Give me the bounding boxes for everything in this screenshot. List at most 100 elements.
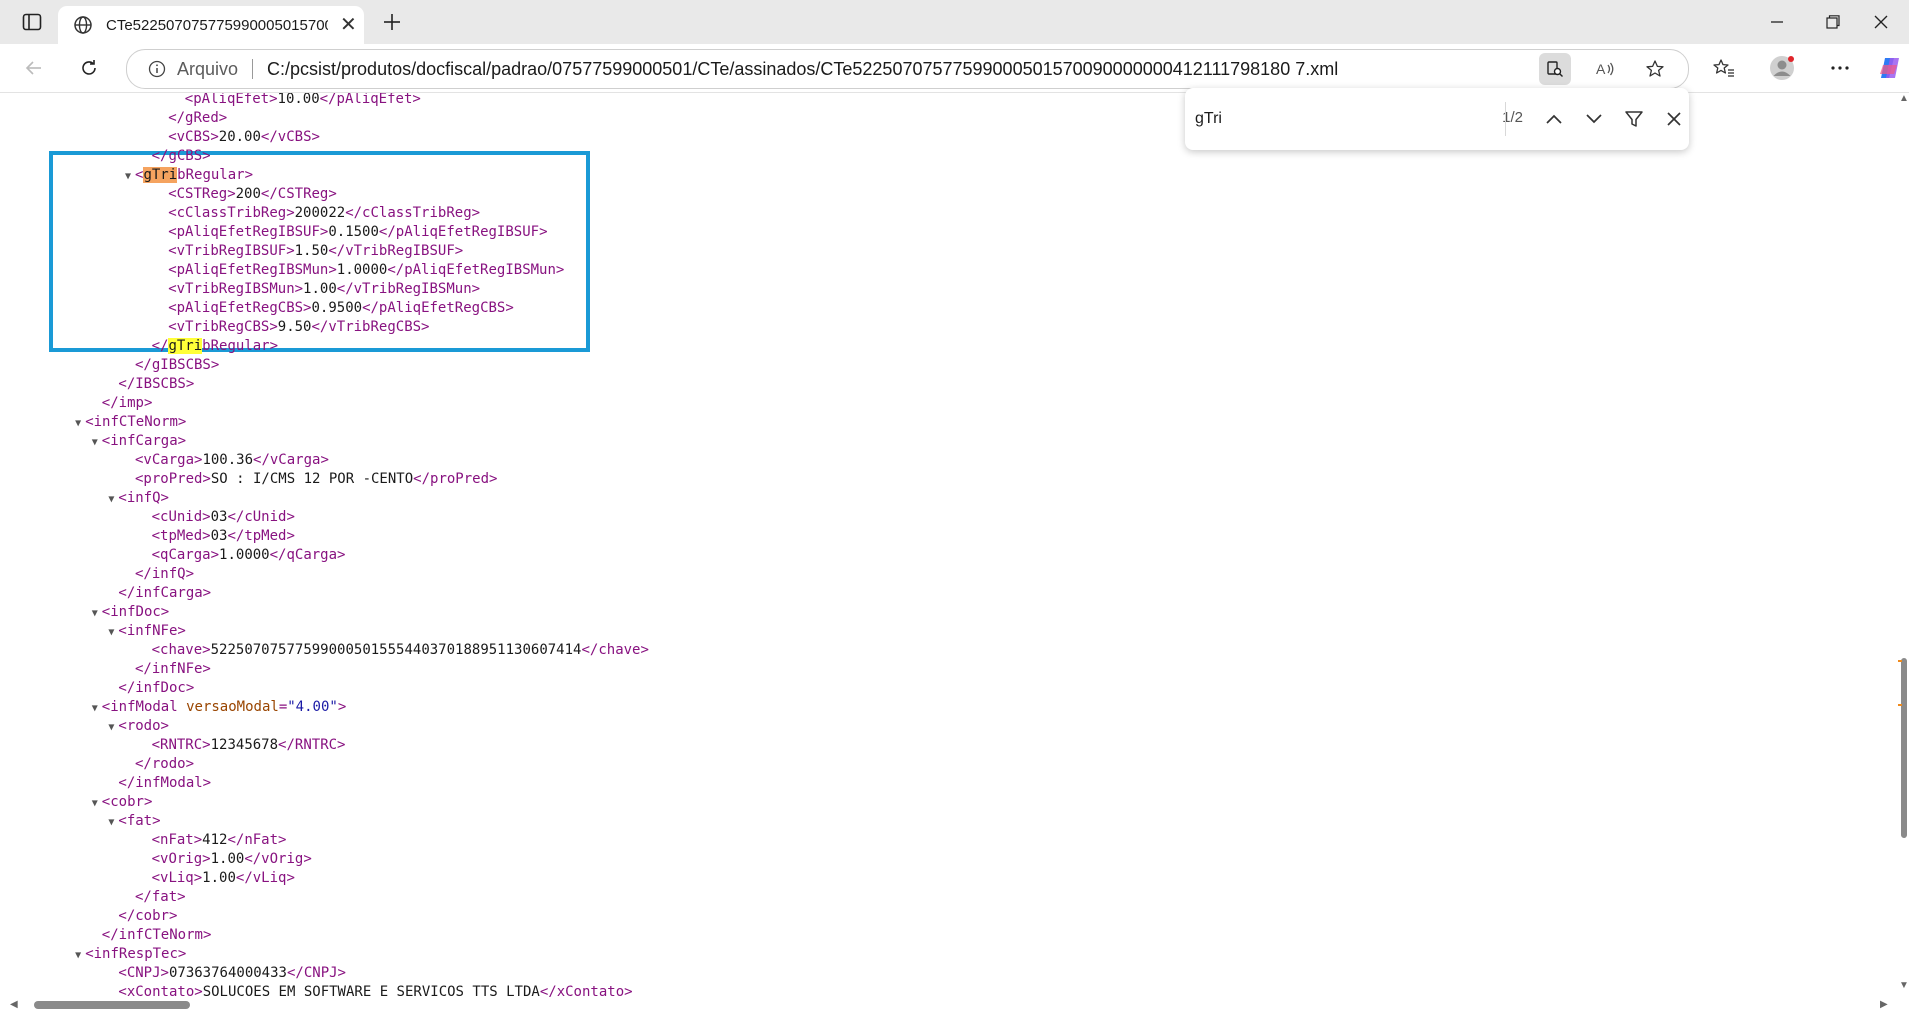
- collapse-toggle-icon[interactable]: ▼: [71, 414, 85, 433]
- xml-line-text: </infCarga>: [118, 585, 212, 601]
- find-match-count: 1/2: [1502, 109, 1523, 126]
- close-find-icon[interactable]: [1656, 101, 1692, 137]
- vertical-scrollbar[interactable]: ▲ ▼: [1898, 93, 1909, 997]
- collapse-toggle-icon[interactable]: ▼: [104, 623, 118, 642]
- collapse-toggle-icon[interactable]: ▼: [88, 433, 102, 452]
- svg-text:A: A: [1596, 61, 1606, 77]
- xml-line: ▼ <rodo>: [104, 717, 169, 736]
- xml-line: ▼ <infModal versaoModal="4.00">: [88, 698, 346, 717]
- xml-line: <xContato>SOLUCOES EM SOFTWARE E SERVICO…: [104, 983, 632, 997]
- find-input[interactable]: [1193, 100, 1497, 138]
- horizontal-scrollbar[interactable]: ◀ ▶: [0, 997, 1898, 1012]
- xml-line: </infCarga>: [104, 584, 211, 603]
- xml-line: <RNTRC>12345678</RNTRC>: [138, 736, 346, 755]
- xml-line: <qCarga>1.0000</qCarga>: [138, 546, 346, 565]
- horizontal-scroll-thumb[interactable]: [34, 1001, 190, 1009]
- xml-line: <pAliqEfet>10.00</pAliqEfet>: [171, 93, 421, 109]
- xml-line-text: <pAliqEfet>10.00</pAliqEfet>: [184, 93, 421, 107]
- collapse-toggle-icon[interactable]: ▼: [88, 794, 102, 813]
- xml-line: <tpMed>03</tpMed>: [138, 527, 295, 546]
- xml-line-text: </infDoc>: [118, 680, 195, 696]
- active-tab[interactable]: CTe5225070757759900050157009000000041211…: [58, 6, 364, 44]
- find-separator: [1505, 102, 1506, 136]
- xml-line: <cUnid>03</cUnid>: [138, 508, 295, 527]
- xml-line: ▼ <infCarga>: [88, 432, 186, 451]
- xml-line-text: </infQ>: [135, 566, 195, 582]
- scroll-up-arrow-icon[interactable]: ▲: [1899, 93, 1909, 104]
- collapse-toggle-icon[interactable]: ▼: [121, 167, 135, 186]
- minimize-icon[interactable]: [1749, 0, 1805, 44]
- profile-avatar-icon[interactable]: [1764, 50, 1800, 86]
- xml-line-text: </rodo>: [135, 756, 195, 772]
- address-url[interactable]: C:/pcsist/produtos/docfiscal/padrao/0757…: [267, 59, 1338, 80]
- xml-line-text: <pAliqEfetRegIBSUF>0.1500</pAliqEfetRegI…: [168, 224, 548, 240]
- xml-line: </infNFe>: [121, 660, 211, 679]
- address-bar[interactable]: Arquivo C:/pcsist/produtos/docfiscal/pad…: [126, 49, 1689, 89]
- xml-line-text: <infDoc>: [101, 604, 170, 620]
- filter-icon[interactable]: [1616, 101, 1652, 137]
- more-options-icon[interactable]: [1822, 50, 1858, 86]
- xml-line: </IBSCBS>: [104, 375, 194, 394]
- chevron-down-icon[interactable]: [1576, 101, 1612, 137]
- xml-line-text: <chave>522507075775990005015554403701889…: [151, 642, 649, 658]
- xml-line-text: </IBSCBS>: [118, 376, 195, 392]
- tab-title: CTe5225070757759900050157009000000041211…: [106, 16, 328, 34]
- xml-line: </gCBS>: [138, 147, 211, 166]
- collapse-toggle-icon[interactable]: ▼: [104, 813, 118, 832]
- back-icon[interactable]: [16, 50, 52, 86]
- xml-line: </fat>: [121, 888, 186, 907]
- immersive-reader-icon[interactable]: [1539, 53, 1571, 85]
- address-separator: [252, 59, 254, 79]
- refresh-icon[interactable]: [71, 50, 107, 86]
- xml-line-text: <infModal versaoModal="4.00">: [101, 699, 347, 715]
- favorite-star-icon[interactable]: [1639, 53, 1671, 85]
- read-aloud-icon[interactable]: A: [1589, 53, 1621, 85]
- info-icon[interactable]: [147, 59, 167, 79]
- xml-line: ▼ <gTribRegular>: [121, 166, 253, 185]
- xml-line: </infModal>: [104, 774, 211, 793]
- xml-line-text: <CNPJ>07363764000433</CNPJ>: [118, 965, 346, 981]
- xml-line: <pAliqEfetRegIBSMun>1.0000</pAliqEfetReg…: [154, 261, 564, 280]
- favorites-icon[interactable]: [1706, 50, 1742, 86]
- xml-line: <vCarga>100.36</vCarga>: [121, 451, 329, 470]
- xml-line: <proPred>SO : I/CMS 12 POR -CENTO</proPr…: [121, 470, 497, 489]
- xml-line: <vCBS>20.00</vCBS>: [154, 128, 320, 147]
- xml-line: <chave>522507075775990005015554403701889…: [138, 641, 649, 660]
- vertical-scroll-thumb[interactable]: [1901, 658, 1907, 838]
- copilot-icon[interactable]: [1872, 50, 1908, 86]
- find-match-marker: [1898, 704, 1902, 706]
- xml-line: <vLiq>1.00</vLiq>: [138, 869, 295, 888]
- collapse-toggle-icon[interactable]: ▼: [104, 718, 118, 737]
- xml-line: ▼ <infNFe>: [104, 622, 185, 641]
- xml-line-text: <cClassTribReg>200022</cClassTribReg>: [168, 205, 481, 221]
- new-tab-icon[interactable]: [376, 6, 408, 38]
- xml-line: </infDoc>: [104, 679, 194, 698]
- toolbar: Arquivo C:/pcsist/produtos/docfiscal/pad…: [0, 44, 1909, 93]
- scroll-down-arrow-icon[interactable]: ▼: [1899, 980, 1909, 991]
- xml-line-text: <tpMed>03</tpMed>: [151, 528, 295, 544]
- close-window-icon[interactable]: [1853, 0, 1909, 44]
- collapse-toggle-icon[interactable]: ▼: [104, 490, 118, 509]
- xml-line: ▼ <infCTeNorm>: [71, 413, 186, 432]
- tab-actions-icon[interactable]: [14, 8, 50, 36]
- collapse-toggle-icon[interactable]: ▼: [88, 604, 102, 623]
- xml-line-text: <RNTRC>12345678</RNTRC>: [151, 737, 346, 753]
- scroll-left-arrow-icon[interactable]: ◀: [10, 999, 18, 1010]
- scroll-right-arrow-icon[interactable]: ▶: [1880, 999, 1888, 1010]
- xml-line: ▼ <infRespTec>: [71, 945, 186, 964]
- xml-line: <CNPJ>07363764000433</CNPJ>: [104, 964, 346, 983]
- chevron-up-icon[interactable]: [1536, 101, 1572, 137]
- collapse-toggle-icon[interactable]: ▼: [71, 946, 85, 965]
- collapse-toggle-icon[interactable]: ▼: [88, 699, 102, 718]
- xml-line-text: <infRespTec>: [85, 946, 187, 962]
- xml-line: ▼ <infQ>: [104, 489, 169, 508]
- xml-line-text: <rodo>: [118, 718, 169, 734]
- xml-line: <pAliqEfetRegCBS>0.9500</pAliqEfetRegCBS…: [154, 299, 514, 318]
- xml-line: </gIBSCBS>: [121, 356, 219, 375]
- xml-line-text: <pAliqEfetRegIBSMun>1.0000</pAliqEfetReg…: [168, 262, 565, 278]
- xml-line-text: <vLiq>1.00</vLiq>: [151, 870, 295, 886]
- tab-close-icon[interactable]: ✕: [340, 15, 357, 35]
- xml-viewer: <pAliqEfet>10.00</pAliqEfet> </gRed> <vCBS…: [0, 93, 1898, 997]
- xml-line-text: <infQ>: [118, 490, 169, 506]
- xml-line: <cClassTribReg>200022</cClassTribReg>: [154, 204, 480, 223]
